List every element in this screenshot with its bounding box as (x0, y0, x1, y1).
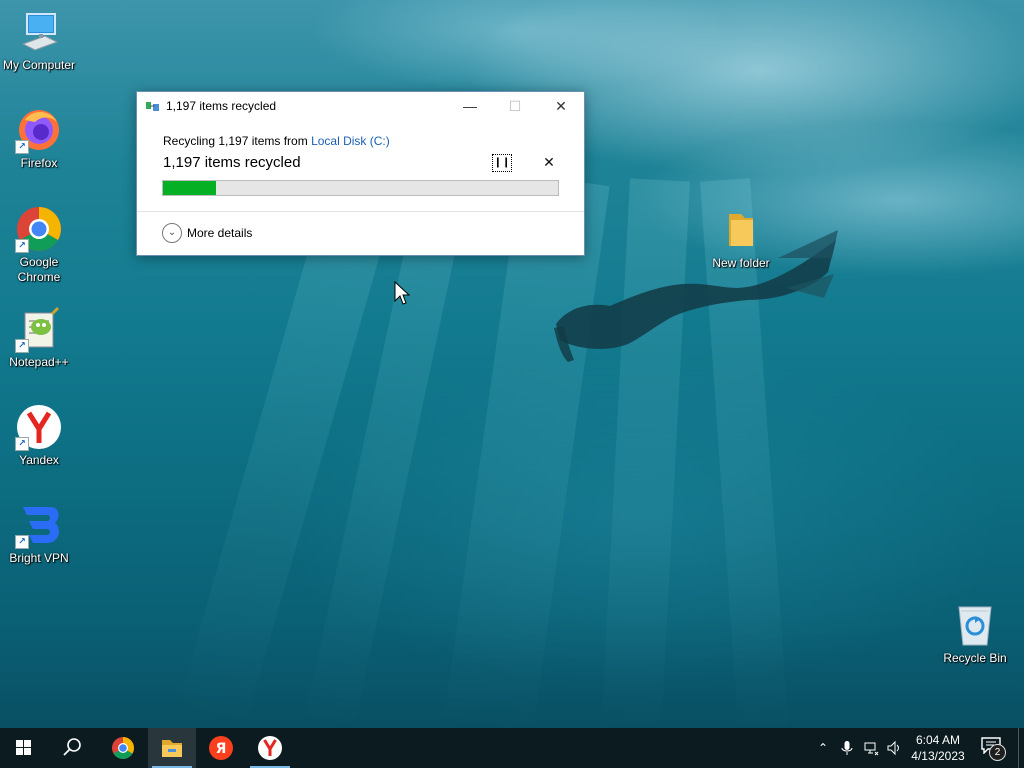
desktop-icon-label: Recycle Bin (943, 651, 1007, 665)
start-button[interactable] (0, 728, 48, 768)
show-hidden-icons-button[interactable]: ⌃ (815, 740, 831, 756)
shortcut-arrow-icon: ↗ (15, 535, 29, 549)
shortcut-arrow-icon: ↗ (15, 437, 29, 451)
desktop-icon-label: Notepad++ (9, 355, 69, 369)
operation-status: 1,197 items recycled (163, 154, 301, 171)
show-desktop-button[interactable] (1018, 728, 1024, 768)
desktop-icon-bright-vpn[interactable]: ↗ Bright VPN (0, 501, 78, 566)
progress-bar (162, 180, 559, 196)
maximize-icon: ☐ (508, 98, 522, 114)
chrome-icon (112, 737, 134, 759)
computer-icon (15, 8, 63, 56)
more-details-label: More details (187, 226, 253, 240)
desktop-icon-yandex[interactable]: ↗ Yandex (0, 403, 78, 468)
yandex-browser-icon: ↗ (15, 403, 63, 451)
desktop-icon-new-folder[interactable]: New folder (702, 206, 780, 271)
network-icon (864, 742, 879, 756)
desktop-icon-notepadpp[interactable]: ↗ Notepad++ (0, 305, 78, 370)
firefox-icon: ↗ (15, 106, 63, 154)
svg-text:Я: Я (216, 741, 227, 757)
close-button[interactable]: ✕ (538, 92, 584, 120)
taskbar-chrome[interactable] (99, 728, 147, 768)
recycle-operation-icon (146, 102, 159, 111)
yandex-browser-icon (258, 736, 282, 760)
minimize-button[interactable]: — (447, 92, 493, 120)
taskbar: Я ⌃ 6:04 AM 4/13/2023 2 (0, 728, 1024, 768)
desktop-icon-label: My Computer (2, 58, 76, 72)
desktop-icon-firefox[interactable]: ↗ Firefox (0, 106, 78, 171)
folder-icon (717, 206, 765, 254)
desktop-icon-my-computer[interactable]: My Computer (0, 8, 78, 73)
desktop-icon-recycle-bin[interactable]: Recycle Bin (936, 601, 1014, 666)
close-icon: ✕ (543, 154, 555, 170)
network-tray[interactable] (863, 740, 879, 756)
minimize-icon: — (463, 98, 477, 114)
recycle-bin-icon (951, 601, 999, 649)
notepadpp-icon: ↗ (15, 305, 63, 353)
mouse-cursor-icon (394, 281, 410, 305)
file-explorer-icon (162, 740, 182, 757)
taskbar-yandex-browser[interactable] (246, 728, 294, 768)
chrome-icon: ↗ (15, 205, 63, 253)
pause-button[interactable]: ❙❙ (492, 154, 512, 172)
dialog-title: 1,197 items recycled (166, 99, 277, 113)
windows-logo-icon (16, 740, 31, 755)
desktop-icon-label: Yandex (19, 453, 59, 467)
system-clock[interactable]: 6:04 AM 4/13/2023 (908, 732, 968, 764)
pause-icon: ❙❙ (493, 157, 511, 168)
taskbar-yandex[interactable]: Я (197, 728, 245, 768)
shortcut-arrow-icon: ↗ (15, 140, 29, 154)
file-operation-dialog: 1,197 items recycled — ☐ ✕ Recycling 1,1… (136, 91, 585, 256)
source-line: Recycling 1,197 items from Local Disk (C… (163, 134, 390, 148)
yandex-icon: Я (209, 736, 233, 760)
clock-time: 6:04 AM (915, 733, 961, 747)
dialog-titlebar[interactable]: 1,197 items recycled — ☐ ✕ (137, 92, 584, 120)
microphone-tray[interactable] (839, 740, 855, 756)
wallpaper-diver (554, 230, 838, 362)
progress-fill (163, 181, 217, 195)
desktop-icon-label: Bright VPN (9, 551, 69, 565)
action-center-button[interactable]: 2 (980, 736, 1008, 761)
cancel-button[interactable]: ✕ (541, 154, 557, 170)
desktop-icon-label: Firefox (20, 156, 58, 170)
notification-count-badge: 2 (989, 744, 1006, 761)
volume-tray[interactable] (886, 740, 902, 756)
search-icon (63, 738, 81, 756)
desktop-icon-label: New folder (712, 256, 770, 270)
close-icon: ✕ (555, 98, 567, 114)
divider (137, 211, 584, 212)
shortcut-arrow-icon: ↗ (15, 339, 29, 353)
source-location-link[interactable]: Local Disk (C:) (311, 134, 390, 148)
desktop-icon-label: Google Chrome (17, 255, 61, 284)
taskbar-file-explorer[interactable] (148, 728, 196, 768)
chevron-down-icon: ⌄ (162, 223, 182, 243)
desktop-icon-google-chrome[interactable]: ↗ Google Chrome (0, 205, 78, 285)
bright-vpn-icon: ↗ (15, 501, 63, 549)
search-button[interactable] (48, 728, 96, 768)
maximize-button: ☐ (492, 92, 538, 120)
shortcut-arrow-icon: ↗ (15, 239, 29, 253)
source-prefix: Recycling 1,197 items from (163, 134, 312, 148)
microphone-icon (841, 741, 853, 755)
volume-icon (887, 740, 899, 756)
clock-date: 4/13/2023 (911, 749, 965, 763)
chevron-up-icon: ⌃ (817, 741, 829, 755)
